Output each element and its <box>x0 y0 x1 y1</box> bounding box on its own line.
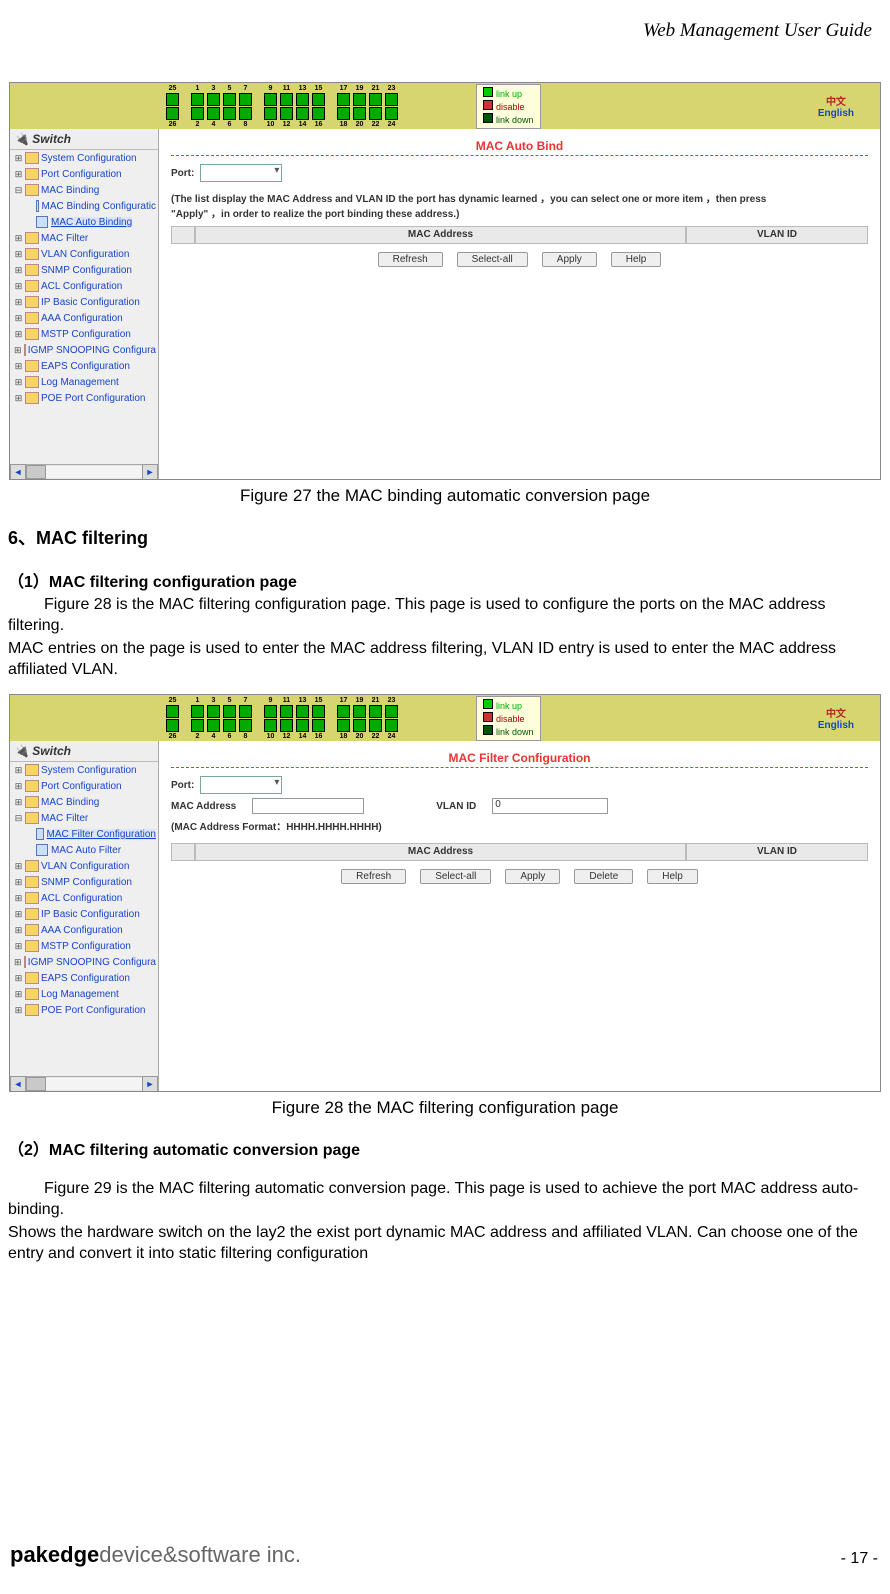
subsection-1-heading: （1）MAC filtering configuration page <box>8 568 882 592</box>
delete-button[interactable]: Delete <box>574 869 633 884</box>
port-select[interactable] <box>200 776 282 794</box>
sidebar-item[interactable]: ⊞AAA Configuration <box>10 310 158 326</box>
sidebar-item[interactable]: ⊞SNMP Configuration <box>10 262 158 278</box>
sidebar-item[interactable]: ⊞EAPS Configuration <box>10 970 158 986</box>
nav-sidebar: 🔌 Switch ⊞System Configuration ⊞Port Con… <box>10 741 159 1091</box>
help-button[interactable]: Help <box>611 252 662 267</box>
format-note: (MAC Address Format：HHHH.HHHH.HHHH) <box>171 818 868 833</box>
vlan-input[interactable]: 0 <box>492 798 608 814</box>
footer-logo: pakedgedevice&software inc. <box>10 1542 301 1568</box>
doc-header: Web Management User Guide <box>8 20 882 42</box>
sidebar-item[interactable]: ⊞Port Configuration <box>10 166 158 182</box>
language-toggle[interactable]: 中文 English <box>818 705 874 731</box>
body-text: Figure 28 is the MAC filtering configura… <box>8 594 882 636</box>
sidebar-item[interactable]: ⊞System Configuration <box>10 150 158 166</box>
table-header: MAC Address VLAN ID <box>171 843 868 861</box>
mac-input[interactable] <box>252 798 364 814</box>
help-button[interactable]: Help <box>647 869 698 884</box>
table-header: MAC Address VLAN ID <box>171 226 868 244</box>
sidebar-item[interactable]: ⊞MSTP Configuration <box>10 938 158 954</box>
main-pane: MAC Filter Configuration Port: MAC Addre… <box>159 741 880 1091</box>
section-6-heading: 6、MAC filtering <box>8 524 882 550</box>
figure-27-caption: Figure 27 the MAC binding automatic conv… <box>8 486 882 506</box>
mac-label: MAC Address <box>171 801 236 812</box>
sidebar-item[interactable]: ⊞ACL Configuration <box>10 890 158 906</box>
port-grid: 2526 12 34 56 78 910 1112 1314 1516 1718… <box>166 85 398 128</box>
language-toggle[interactable]: 中文 English <box>818 93 874 119</box>
body-text: Shows the hardware switch on the lay2 th… <box>8 1222 882 1264</box>
sidebar-item[interactable]: ⊞EAPS Configuration <box>10 358 158 374</box>
figure-27-screenshot: 2526 12 34 56 78 910 1112 1314 1516 1718… <box>9 82 881 480</box>
sidebar-item[interactable]: ⊞Log Management <box>10 374 158 390</box>
sidebar-item[interactable]: ⊞Log Management <box>10 986 158 1002</box>
nav-sidebar: 🔌 Switch ⊞System Configuration ⊞Port Con… <box>10 129 159 479</box>
sidebar-leaf-active[interactable]: MAC Auto Binding <box>10 214 158 230</box>
port-grid: 2526 12 34 56 78 910 1112 1314 1516 1718… <box>166 697 398 740</box>
figure-28-caption: Figure 28 the MAC filtering configuratio… <box>8 1098 882 1118</box>
sidebar-item[interactable]: ⊞AAA Configuration <box>10 922 158 938</box>
body-text: MAC entries on the page is used to enter… <box>8 638 882 680</box>
page-number: - 17 - <box>841 1550 878 1568</box>
sidebar-item[interactable]: ⊞Port Configuration <box>10 778 158 794</box>
sidebar-title: 🔌 Switch <box>10 741 158 762</box>
sidebar-item[interactable]: ⊞SNMP Configuration <box>10 874 158 890</box>
sidebar-title: 🔌 Switch <box>10 129 158 150</box>
sidebar-item[interactable]: ⊞POE Port Configuration <box>10 1002 158 1018</box>
main-pane: MAC Auto Bind Port: (The list display th… <box>159 129 880 479</box>
sidebar-item[interactable]: ⊞IP Basic Configuration <box>10 294 158 310</box>
refresh-button[interactable]: Refresh <box>341 869 406 884</box>
switch-header: 2526 12 34 56 78 910 1112 1314 1516 1718… <box>10 695 880 741</box>
port-label: Port: <box>171 780 194 791</box>
page-title: MAC Filter Configuration <box>171 751 868 765</box>
sidebar-item[interactable]: ⊞ACL Configuration <box>10 278 158 294</box>
sidebar-scrollbar[interactable]: ◄► <box>10 1076 158 1091</box>
body-text: Figure 29 is the MAC filtering automatic… <box>8 1178 882 1220</box>
subsection-2-heading: （2）MAC filtering automatic conversion pa… <box>8 1136 882 1160</box>
sidebar-item[interactable]: ⊞VLAN Configuration <box>10 858 158 874</box>
sidebar-item[interactable]: ⊞POE Port Configuration <box>10 390 158 406</box>
refresh-button[interactable]: Refresh <box>378 252 443 267</box>
sidebar-item[interactable]: ⊟MAC Binding <box>10 182 158 198</box>
selectall-button[interactable]: Select-all <box>420 869 491 884</box>
sidebar-leaf[interactable]: MAC Binding Configuratic <box>10 198 158 214</box>
selectall-button[interactable]: Select-all <box>457 252 528 267</box>
sidebar-leaf[interactable]: MAC Auto Filter <box>10 842 158 858</box>
link-status-legend: link up disable link down <box>476 696 541 741</box>
sidebar-leaf-active[interactable]: MAC Filter Configuration <box>10 826 158 842</box>
switch-header: 2526 12 34 56 78 910 1112 1314 1516 1718… <box>10 83 880 129</box>
link-status-legend: link up disable link down <box>476 84 541 129</box>
sidebar-item[interactable]: ⊟MAC Filter <box>10 810 158 826</box>
sidebar-item[interactable]: ⊞System Configuration <box>10 762 158 778</box>
port-select[interactable] <box>200 164 282 182</box>
sidebar-item[interactable]: ⊞IGMP SNOOPING Configura <box>10 954 158 970</box>
sidebar-item[interactable]: ⊞IGMP SNOOPING Configura <box>10 342 158 358</box>
note-text: (The list display the MAC Address and VL… <box>171 190 771 220</box>
sidebar-item[interactable]: ⊞MAC Filter <box>10 230 158 246</box>
page-title: MAC Auto Bind <box>171 139 868 153</box>
sidebar-item[interactable]: ⊞VLAN Configuration <box>10 246 158 262</box>
apply-button[interactable]: Apply <box>505 869 560 884</box>
sidebar-item[interactable]: ⊞MAC Binding <box>10 794 158 810</box>
figure-28-screenshot: 2526 12 34 56 78 910 1112 1314 1516 1718… <box>9 694 881 1092</box>
sidebar-item[interactable]: ⊞IP Basic Configuration <box>10 906 158 922</box>
sidebar-scrollbar[interactable]: ◄► <box>10 464 158 479</box>
port-label: Port: <box>171 168 194 179</box>
apply-button[interactable]: Apply <box>542 252 597 267</box>
vlan-label: VLAN ID <box>436 801 476 812</box>
sidebar-item[interactable]: ⊞MSTP Configuration <box>10 326 158 342</box>
